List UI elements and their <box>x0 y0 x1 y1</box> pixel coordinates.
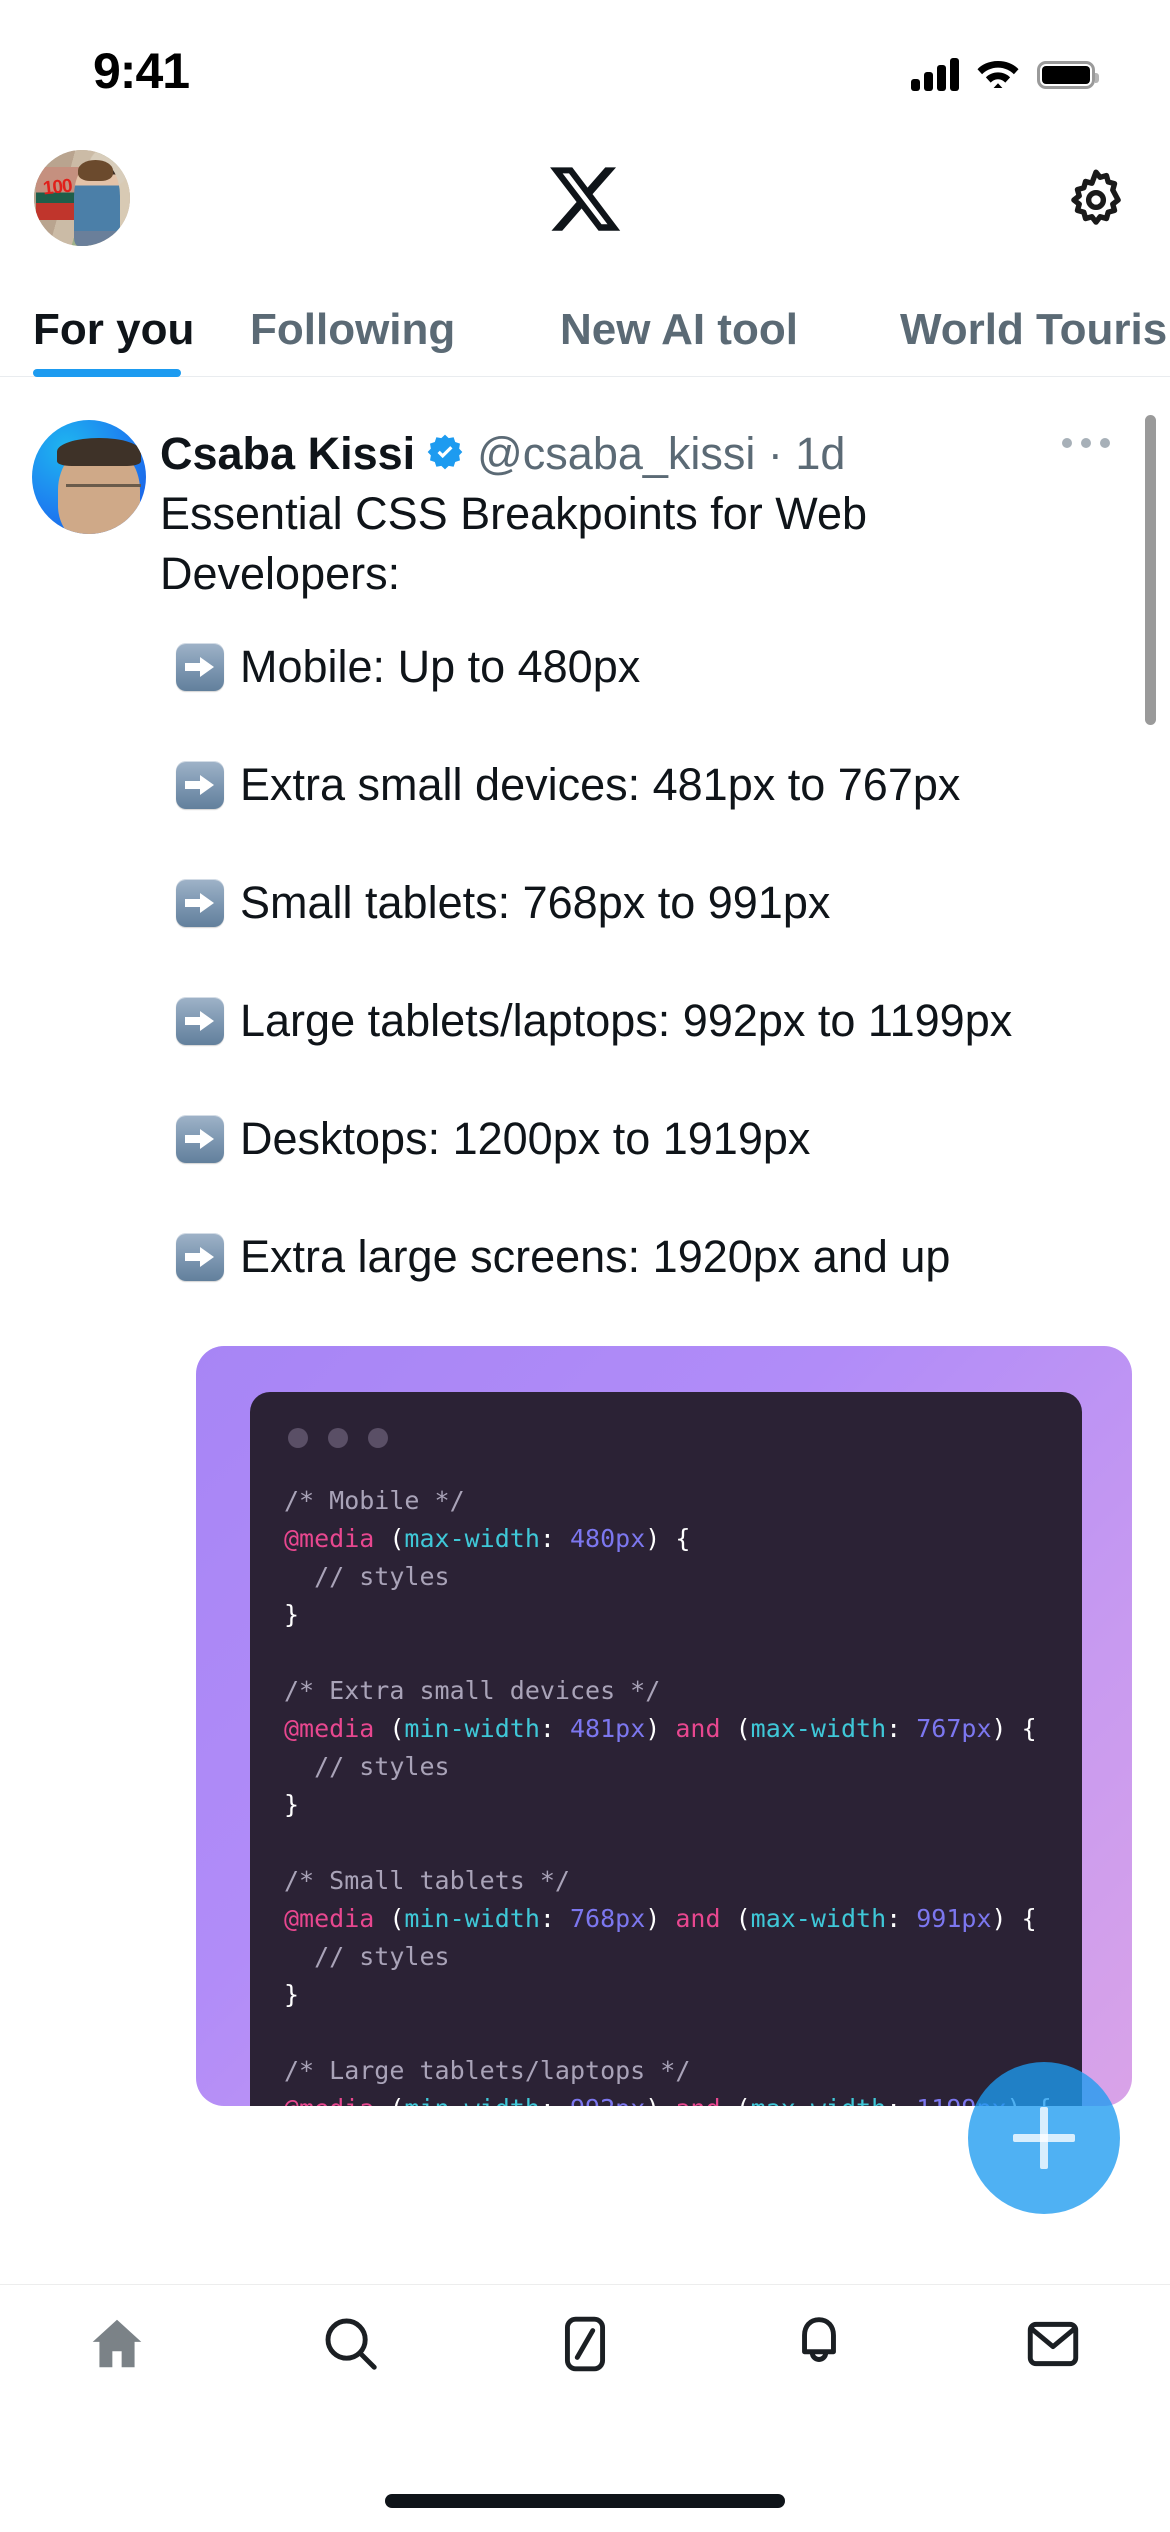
code-media-line: @media (min-width: 992px) and (max-width… <box>284 2090 1082 2106</box>
nav-search-button[interactable] <box>261 2313 441 2380</box>
grok-icon <box>554 2313 616 2380</box>
bottom-navigation-bar[interactable] <box>0 2284 1170 2532</box>
code-comment-line: /* Extra small devices */ <box>284 1676 661 1705</box>
list-item-label: Mobile: Up to 480px <box>240 641 641 692</box>
tweet-header: Csaba Kissi @csaba_kissi · 1d <box>160 428 845 480</box>
code-close-line: } <box>284 1600 300 1629</box>
gear-icon <box>1062 169 1130 238</box>
tab-following[interactable]: Following <box>250 285 455 375</box>
code-media-line: @media (max-width: 480px) { <box>284 1524 691 1553</box>
list-item-label: Small tablets: 768px to 991px <box>240 877 831 928</box>
tab-active-indicator <box>33 369 181 377</box>
code-media-line: @media (min-width: 768px) and (max-width… <box>284 1904 1037 1933</box>
list-item: Desktops: 1200px to 1919px <box>176 1103 1166 1175</box>
code-close-line: } <box>284 1980 300 2009</box>
code-close-line: } <box>284 1790 300 1819</box>
tab-for-you[interactable]: For you <box>33 285 194 375</box>
home-indicator <box>385 2494 785 2508</box>
right-arrow-emoji <box>176 997 224 1045</box>
app-bar: 100 <box>0 140 1170 260</box>
tweet-body-text: Essential CSS Breakpoints for Web Develo… <box>160 488 867 599</box>
code-media-query-block: /* Extra small devices */ @media (min-wid… <box>284 1672 1082 1862</box>
code-media-query-block: /* Mobile */@media (max-width: 480px) { … <box>284 1482 1082 1672</box>
compose-fab-button[interactable] <box>968 2062 1120 2214</box>
messages-envelope-icon <box>1022 2313 1084 2380</box>
code-comment-line: /* Large tablets/laptops */ <box>284 2056 691 2085</box>
home-icon <box>86 2313 148 2380</box>
wifi-icon <box>975 55 1021 94</box>
code-comment-line: /* Mobile */ <box>284 1486 465 1515</box>
code-comment-line: /* Small tablets */ <box>284 1866 570 1895</box>
tab-world-tourism[interactable]: World Tourism <box>900 285 1170 375</box>
notifications-bell-icon <box>788 2313 850 2380</box>
more-horizontal-icon <box>1062 438 1110 448</box>
tweet-author-avatar[interactable] <box>32 420 146 534</box>
code-window: /* Mobile */@media (max-width: 480px) { … <box>250 1392 1082 2106</box>
vertical-scrollbar[interactable] <box>1145 415 1156 725</box>
right-arrow-emoji <box>176 761 224 809</box>
list-item: Extra large screens: 1920px and up <box>176 1221 1166 1293</box>
window-dot <box>328 1428 348 1448</box>
nav-home-button[interactable] <box>27 2313 207 2380</box>
status-indicators <box>911 55 1099 94</box>
list-item: Large tablets/laptops: 992px to 1199px <box>176 985 1166 1057</box>
right-arrow-emoji <box>176 1233 224 1281</box>
list-item-label: Desktops: 1200px to 1919px <box>240 1113 811 1164</box>
battery-full-icon <box>1037 60 1099 89</box>
settings-button[interactable] <box>1062 166 1130 239</box>
verified-badge-icon <box>425 432 465 477</box>
right-arrow-emoji <box>176 643 224 691</box>
search-icon <box>320 2313 382 2380</box>
code-block: /* Mobile */@media (max-width: 480px) { … <box>284 1482 1082 2106</box>
tweet-author-name[interactable]: Csaba Kissi <box>160 428 415 480</box>
cellular-signal-icon <box>911 57 959 91</box>
code-body-line: // styles <box>284 1942 450 1971</box>
window-dot <box>288 1428 308 1448</box>
list-item: Small tablets: 768px to 991px <box>176 867 1166 939</box>
x-logo <box>546 160 624 243</box>
list-item: Extra small devices: 481px to 767px <box>176 749 1166 821</box>
list-item-label: Extra small devices: 481px to 767px <box>240 759 961 810</box>
window-traffic-lights <box>288 1428 388 1448</box>
status-bar: 9:41 <box>0 0 1170 120</box>
profile-avatar[interactable]: 100 <box>34 150 130 246</box>
right-arrow-emoji <box>176 1115 224 1163</box>
nav-notifications-button[interactable] <box>729 2313 909 2380</box>
tweet-bullet-list: Mobile: Up to 480px Extra small devices:… <box>176 631 1166 1339</box>
list-item: Mobile: Up to 480px <box>176 631 1166 703</box>
code-body-line: // styles <box>284 1752 450 1781</box>
tweet-media-code-card[interactable]: /* Mobile */@media (max-width: 480px) { … <box>196 1346 1132 2106</box>
list-item-label: Extra large screens: 1920px and up <box>240 1231 951 1282</box>
status-time: 9:41 <box>93 43 190 99</box>
tweet-more-button[interactable] <box>1062 438 1110 448</box>
app-screen: 9:41 100 For you Following New AI tool W… <box>0 0 1170 2532</box>
right-arrow-emoji <box>176 879 224 927</box>
tweet-author-handle[interactable]: @csaba_kissi · 1d <box>477 428 845 480</box>
list-item-label: Large tablets/laptops: 992px to 1199px <box>240 995 1013 1046</box>
window-dot <box>368 1428 388 1448</box>
nav-grok-button[interactable] <box>495 2313 675 2380</box>
nav-messages-button[interactable] <box>963 2313 1143 2380</box>
tab-strip[interactable]: For you Following New AI tool World Tour… <box>0 285 1170 377</box>
tab-new-ai-tool[interactable]: New AI tool <box>560 285 798 375</box>
code-media-line: @media (min-width: 481px) and (max-width… <box>284 1714 1037 1743</box>
code-body-line: // styles <box>284 1562 450 1591</box>
code-media-query-block: /* Small tablets */ @media (min-width: 76… <box>284 1862 1082 2052</box>
code-media-query-block: /* Large tablets/laptops */ @media (min-w… <box>284 2052 1082 2106</box>
